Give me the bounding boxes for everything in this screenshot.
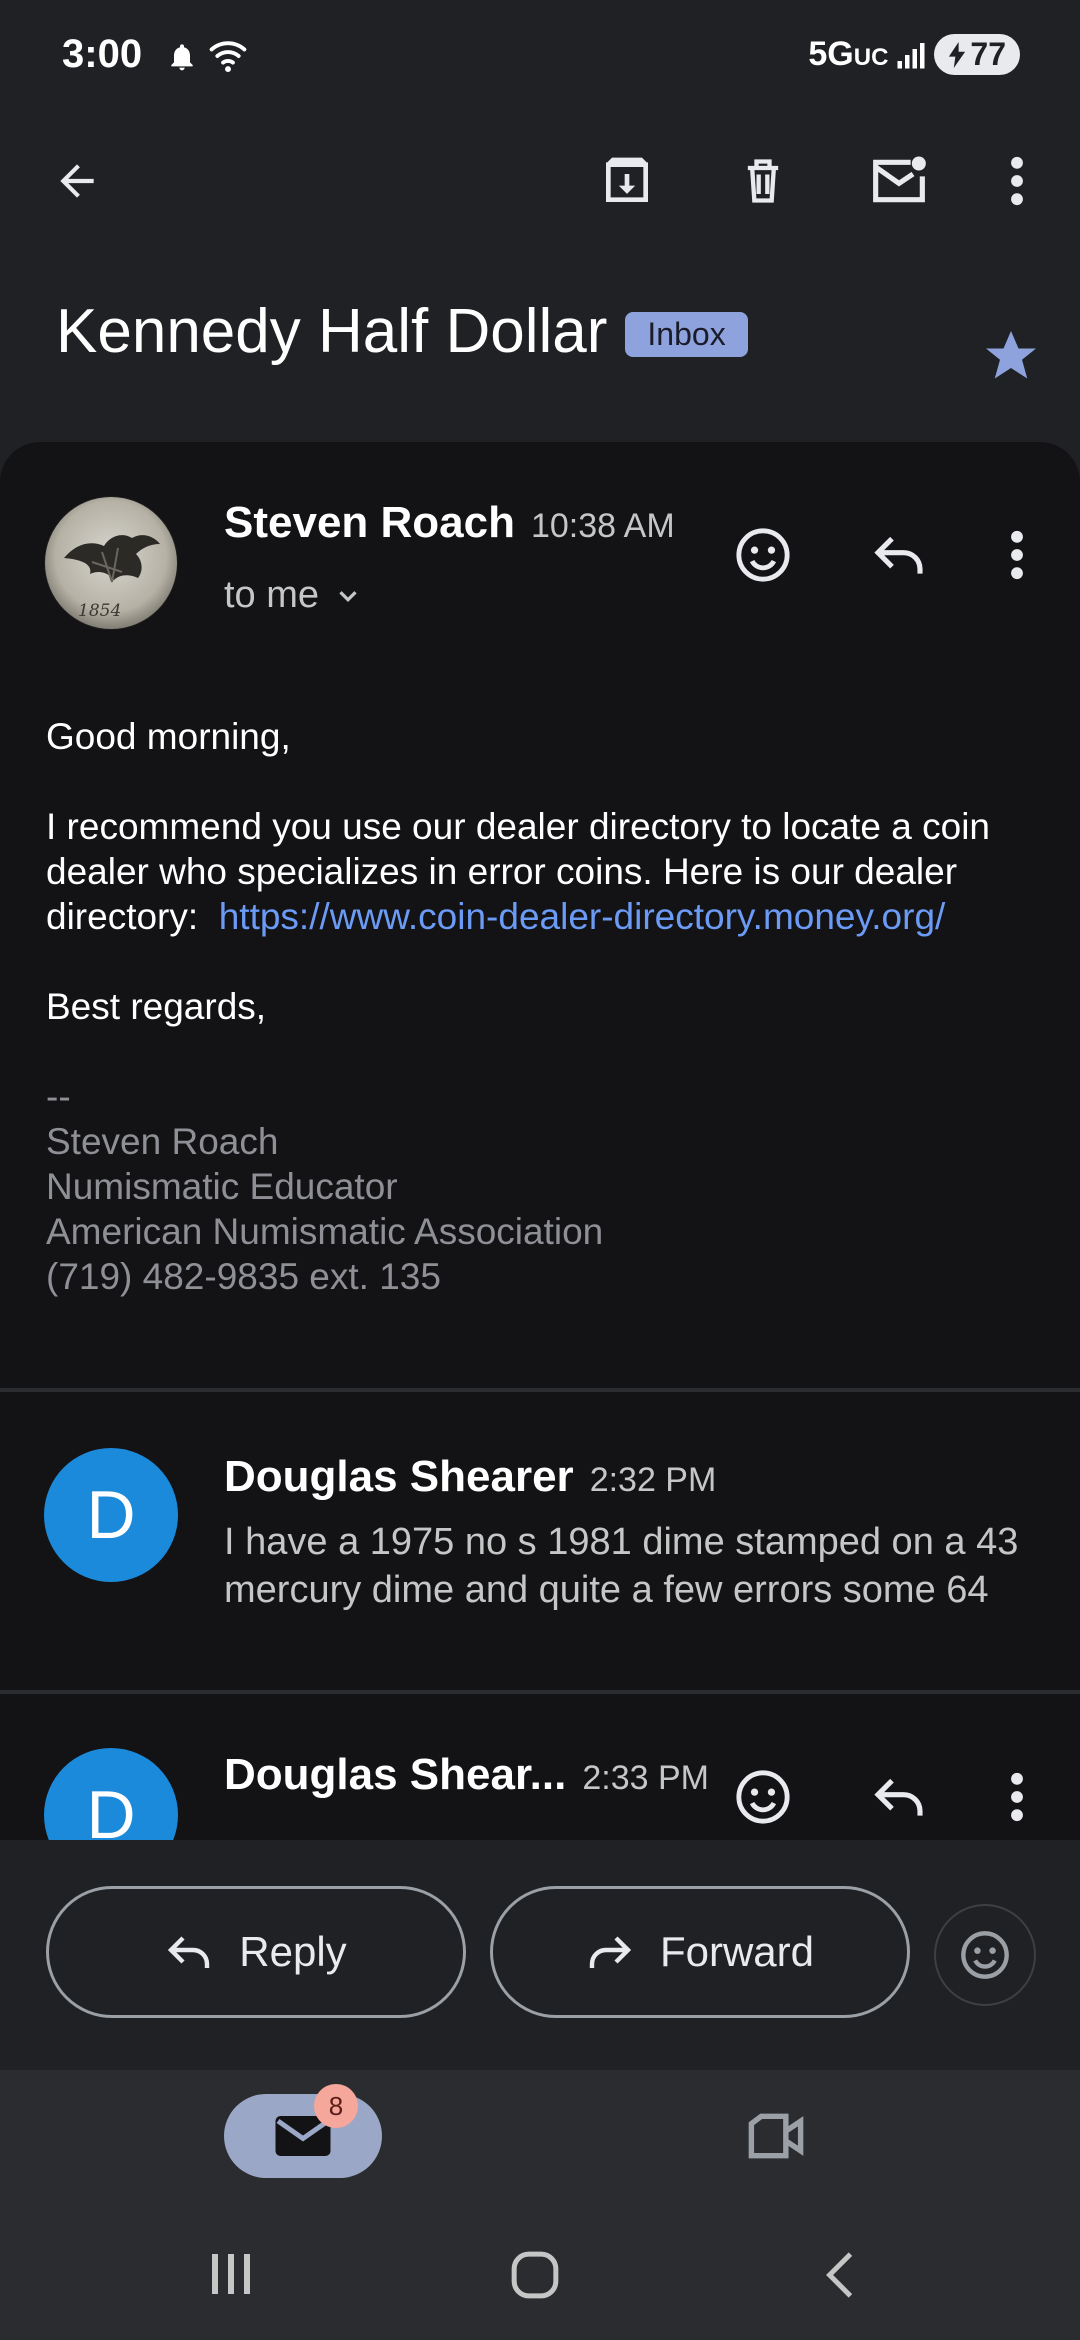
nav-mail-tab[interactable] [224,2094,382,2178]
forward-icon [589,1936,632,1968]
sender-avatar-douglas[interactable]: D [44,1448,178,1582]
back-button[interactable] [32,136,122,226]
message-snippet: I have a 1975 no s 1981 dime stamped on … [224,1521,1019,1611]
chevron-left-icon [826,2252,853,2298]
signature-name: Steven Roach [46,1121,279,1162]
more-options-button[interactable] [972,136,1062,226]
chevron-down-icon [339,590,357,602]
signature-title: Numismatic Educator [46,1166,398,1207]
reply-icon [168,1936,210,1968]
message-body: Good morning, I recommend you use our de… [46,714,1046,1299]
nav-meet-tab[interactable] [744,2108,808,2164]
recipient-details-toggle[interactable]: to me [224,574,363,617]
message3-header: Douglas Shear... 2:33 PM [224,1750,709,1800]
status-time: 3:00 [62,32,143,76]
status-right: 5GUC 77 [808,34,1020,75]
reply-button[interactable]: Reply [46,1886,466,2018]
video-camera-icon [748,2113,804,2159]
mark-unread-button[interactable] [854,136,944,226]
more-vert-icon [1011,1772,1023,1822]
react-emoji-button[interactable] [718,1752,808,1840]
body-paragraph: I recommend you use our dealer directory… [46,806,990,937]
email-subject: Kennedy Half Dollar Inbox [56,296,748,367]
wifi-icon [208,38,248,74]
forward-label: Forward [659,1928,815,1975]
signature-phone[interactable]: (719) 482-9835 ext. 135 [46,1254,1046,1299]
subject-title: Kennedy Half Dollar [56,297,608,366]
reply-label: Reply [239,1928,347,1975]
forward-button[interactable]: Forward [490,1886,910,2018]
sender-name: Douglas Shearer [224,1452,574,1501]
reply-icon-button[interactable] [854,510,944,600]
sender-name: Douglas Shear... [224,1750,567,1799]
message2-header: Douglas Shearer 2:32 PM [224,1452,716,1502]
emoji-icon [961,1931,1009,1979]
arrow-left-icon [60,164,94,198]
reply-icon [874,1778,923,1816]
trash-icon [747,159,779,203]
recent-apps-button[interactable] [208,2252,254,2296]
message-time: 2:32 PM [589,1461,717,1499]
mail-unread-badge: 8 [314,2084,358,2128]
message-more-button[interactable] [972,1752,1062,1840]
home-button[interactable] [510,2250,560,2300]
message1-header: Steven Roach 10:38 AM [224,498,675,548]
archive-button[interactable] [582,136,672,226]
signature-org: American Numismatic Association [46,1211,604,1252]
recents-icon [212,2254,250,2294]
sender-name[interactable]: Steven Roach [224,498,515,548]
signature-dash: -- [46,1076,71,1117]
reply-icon-button[interactable] [854,1752,944,1840]
closing-text: Best regards, [46,986,267,1027]
network-label: 5GUC [808,35,889,73]
dealer-directory-link[interactable]: https://www.coin-dealer-directory.money.… [219,896,946,937]
bell-icon [166,40,198,74]
inbox-label[interactable]: Inbox [625,312,748,357]
star-icon [986,331,1036,379]
star-button[interactable] [980,326,1042,386]
greeting-text: Good morning, [46,716,291,757]
more-vert-icon [1011,530,1023,580]
react-emoji-round-button[interactable] [934,1904,1036,2006]
sender-avatar-douglas[interactable]: D [44,1748,178,1840]
signal-icon [896,39,926,71]
svg-text:1854: 1854 [78,601,121,621]
message-time: 10:38 AM [530,507,675,545]
emoji-icon [736,1770,790,1824]
message-more-button[interactable] [972,510,1062,600]
home-icon [511,2251,559,2299]
recipient-label: to me [224,574,320,616]
archive-icon [606,157,648,202]
reply-icon [874,536,923,574]
system-back-button[interactable] [820,2250,860,2300]
battery-indicator: 77 [934,34,1020,75]
react-emoji-button[interactable] [718,510,808,600]
emoji-icon [736,528,790,582]
delete-button[interactable] [718,136,808,226]
message-time: 2:33 PM [582,1759,709,1797]
more-vert-icon [1011,156,1023,206]
message-card-partial[interactable]: D Douglas Shear... 2:33 PM [0,1694,1080,1840]
mark-unread-icon [873,156,926,203]
sender-avatar[interactable]: 1854 [44,496,178,630]
